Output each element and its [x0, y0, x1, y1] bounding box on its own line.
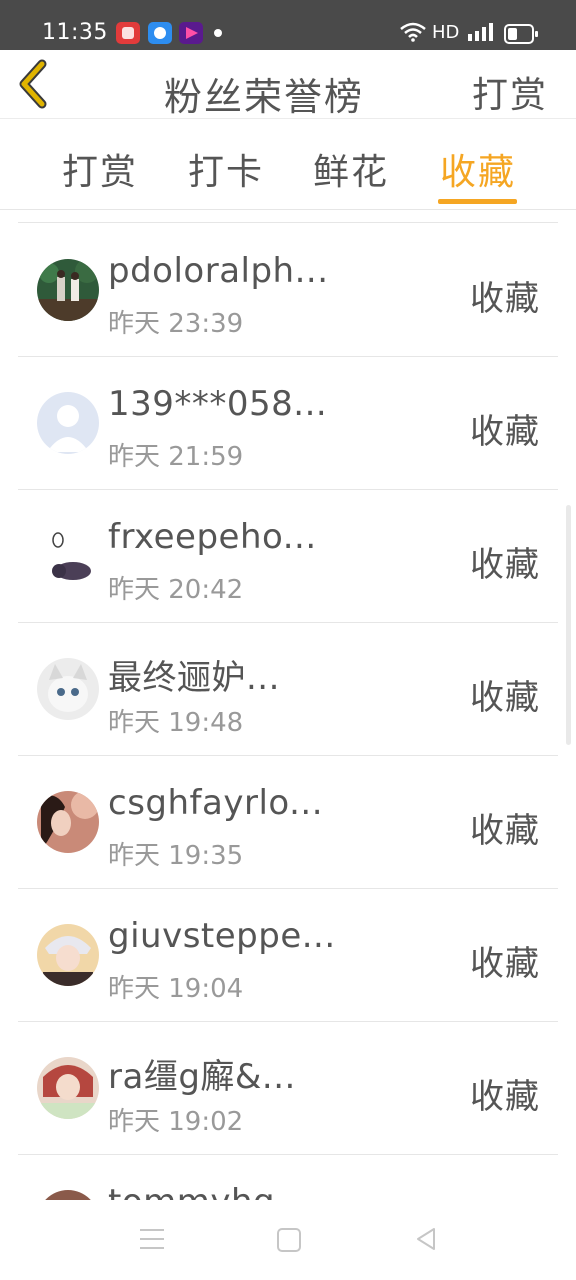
favorite-label: 收藏	[470, 279, 540, 319]
navigation-bar	[0, 1200, 576, 1280]
favorite-label: 收藏	[470, 944, 540, 984]
list-item[interactable]: 139***058... 昨天 21:59 收藏	[18, 356, 558, 490]
app-purple-icon	[179, 22, 203, 44]
username: tommyhg	[108, 1182, 275, 1200]
tab-checkin[interactable]: 打卡	[188, 143, 264, 195]
username: ra缰g廨&...	[108, 1057, 296, 1097]
favorite-label: 收藏	[470, 1077, 540, 1117]
app-red-icon	[116, 22, 140, 44]
favorite-label: 收藏	[470, 412, 540, 452]
avatar	[37, 791, 99, 853]
notification-dot-icon	[214, 29, 222, 37]
tab-bar: 打赏 打卡 鲜花 收藏	[0, 119, 576, 210]
username: pdoloralph...	[108, 251, 329, 291]
username: frxeepeho...	[108, 517, 317, 557]
list-item[interactable]: giuvsteppe... 昨天 19:04 收藏	[18, 888, 558, 1022]
list-item[interactable]: pdoloralph... 昨天 23:39 收藏	[18, 223, 558, 357]
page-title: 粉丝荣誉榜	[163, 75, 364, 119]
timestamp: 昨天 19:04	[108, 974, 244, 1004]
avatar	[37, 392, 99, 454]
timestamp: 昨天 19:35	[108, 841, 244, 871]
status-time: 11:35	[42, 20, 108, 45]
status-bar: 11:35 HD	[0, 0, 576, 50]
app-blue-icon	[148, 22, 172, 44]
signal-icon	[468, 23, 493, 41]
avatar	[37, 525, 99, 587]
wifi-icon	[400, 22, 426, 42]
fan-list[interactable]: pdoloralph... 昨天 23:39 收藏 139***058... 昨…	[0, 222, 576, 1200]
avatar	[37, 1057, 99, 1119]
tab-reward[interactable]: 打赏	[62, 143, 138, 195]
reward-button[interactable]: 打赏	[472, 66, 548, 118]
username: giuvsteppe...	[108, 916, 336, 956]
avatar	[37, 1190, 99, 1200]
title-bar: 粉丝荣誉榜 打赏	[0, 50, 576, 119]
scrollbar[interactable]	[566, 505, 571, 745]
avatar	[37, 924, 99, 986]
timestamp: 昨天 20:42	[108, 575, 244, 605]
list-item[interactable]: 最终逦妒... 昨天 19:48 收藏	[18, 622, 558, 756]
back-triangle-icon[interactable]	[414, 1226, 438, 1252]
username: 最终逦妒...	[108, 658, 280, 698]
home-icon[interactable]	[277, 1228, 301, 1252]
active-tab-indicator	[438, 199, 517, 204]
list-item[interactable]: ra缰g廨&... 昨天 19:02 收藏	[18, 1021, 558, 1155]
favorite-label: 收藏	[470, 678, 540, 718]
avatar	[37, 658, 99, 720]
list-item[interactable]: tommyhg	[18, 1154, 558, 1200]
favorite-label: 收藏	[470, 545, 540, 585]
favorite-label: 收藏	[470, 811, 540, 851]
timestamp: 昨天 19:02	[108, 1107, 244, 1137]
avatar	[37, 259, 99, 321]
timestamp: 昨天 23:39	[108, 309, 244, 339]
battery-icon	[504, 24, 538, 44]
list-item[interactable]: csghfayrlo... 昨天 19:35 收藏	[18, 755, 558, 889]
timestamp: 昨天 21:59	[108, 442, 244, 472]
menu-icon[interactable]	[140, 1229, 164, 1249]
username: 139***058...	[108, 384, 328, 424]
timestamp: 昨天 19:48	[108, 708, 244, 738]
username: csghfayrlo...	[108, 783, 324, 823]
list-item[interactable]: frxeepeho... 昨天 20:42 收藏	[18, 489, 558, 623]
tab-favorites[interactable]: 收藏	[440, 143, 516, 195]
network-hd-label: HD	[432, 22, 460, 43]
tab-flowers[interactable]: 鲜花	[313, 143, 389, 195]
